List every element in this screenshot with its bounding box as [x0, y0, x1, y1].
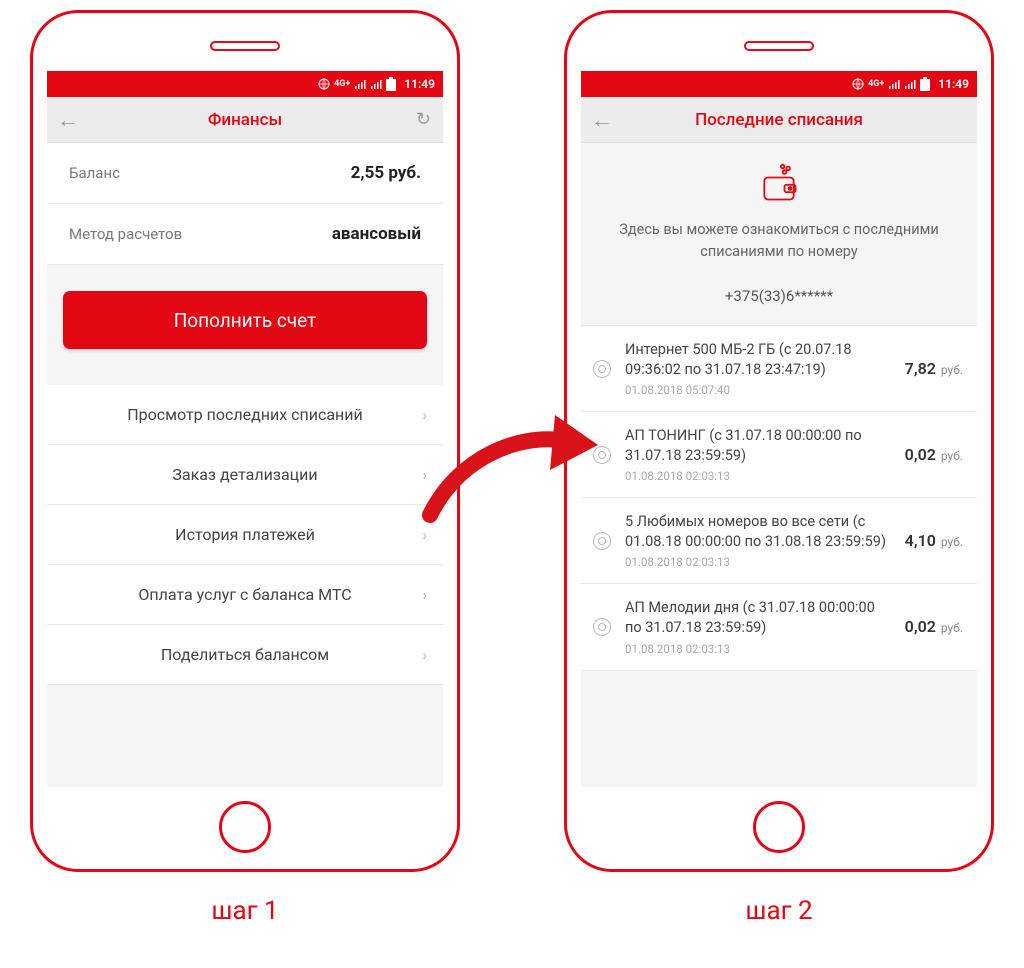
txn-amount: 0,02 руб. [905, 617, 963, 636]
home-button[interactable] [753, 801, 805, 853]
intro-block: Здесь вы можете ознакомиться с последним… [581, 143, 977, 325]
menu-item-pay-services[interactable]: Оплата услуг с баланса МТС › [47, 565, 443, 625]
phone-speaker [210, 41, 280, 51]
signal-icon-2 [370, 78, 382, 90]
txn-currency: руб. [938, 621, 963, 635]
status-bar: 4G+ 11:49 [47, 71, 443, 97]
txn-description: 5 Любимых номеров во все сети (с 01.08.1… [625, 512, 895, 551]
transaction-row[interactable]: АП Мелодии дня (с 31.07.18 00:00:00 по 3… [581, 583, 977, 670]
chevron-right-icon: › [422, 406, 427, 424]
txn-description: АП Мелодии дня (с 31.07.18 00:00:00 по 3… [625, 598, 895, 637]
txn-amount: 7,82 руб. [905, 359, 963, 378]
back-icon[interactable]: ← [591, 107, 613, 133]
page-title: Финансы [208, 110, 282, 130]
menu-item-last-charges[interactable]: Просмотр последних списаний › [47, 385, 443, 445]
txn-timestamp: 01.08.2018 02:03:13 [625, 555, 895, 569]
menu-label: История платежей [175, 525, 315, 544]
method-label: Метод расчетов [69, 225, 182, 243]
chevron-right-icon: › [422, 586, 427, 604]
topup-button[interactable]: Пополнить счет [63, 291, 427, 349]
home-button[interactable] [219, 801, 271, 853]
masked-phone: +375(33)6****** [607, 285, 951, 308]
menu-label: Оплата услуг с баланса МТС [138, 585, 351, 604]
battery-icon [386, 77, 396, 91]
phone-speaker [744, 41, 814, 51]
transaction-row[interactable]: 5 Любимых номеров во все сети (с 01.08.1… [581, 497, 977, 583]
txn-currency: руб. [938, 449, 963, 463]
back-icon[interactable]: ← [57, 107, 79, 133]
wallet-icon [757, 161, 801, 205]
txn-type-icon [593, 618, 611, 636]
chevron-right-icon: › [422, 526, 427, 544]
txn-timestamp: 01.08.2018 02:03:13 [625, 469, 895, 483]
menu-item-share-balance[interactable]: Поделиться балансом › [47, 625, 443, 685]
screen-step2: 4G+ 11:49 ← Последние списания [581, 71, 977, 787]
txn-currency: руб. [938, 535, 963, 549]
screen-step1: 4G+ 11:49 ← Финансы ↻ Баланс 2,55 руб. М… [47, 71, 443, 787]
balance-row: Баланс 2,55 руб. [47, 143, 443, 204]
txn-timestamp: 01.08.2018 05:07:40 [625, 383, 895, 397]
intro-text: Здесь вы можете ознакомиться с последним… [607, 219, 951, 263]
menu-label: Поделиться балансом [161, 645, 329, 664]
transaction-row[interactable]: АП ТОНИНГ (с 31.07.18 00:00:00 по 31.07.… [581, 411, 977, 497]
phone-frame-step2: 4G+ 11:49 ← Последние списания [564, 10, 994, 872]
titlebar: ← Последние списания [581, 97, 977, 143]
txn-type-icon [593, 532, 611, 550]
txn-type-icon [593, 446, 611, 464]
signal-icon [888, 78, 900, 90]
globe-icon [318, 78, 330, 90]
titlebar: ← Финансы ↻ [47, 97, 443, 143]
step-label-1: шаг 1 [211, 896, 278, 926]
txn-type-icon [593, 360, 611, 378]
step-label-2: шаг 2 [745, 896, 812, 926]
menu-label: Просмотр последних списаний [127, 405, 362, 424]
topup-button-label: Пополнить счет [174, 309, 317, 332]
transaction-row[interactable]: Интернет 500 МБ-2 ГБ (с 20.07.18 09:36:0… [581, 325, 977, 411]
refresh-icon[interactable]: ↻ [416, 109, 431, 130]
status-time: 11:49 [404, 77, 435, 91]
phone-frame-step1: 4G+ 11:49 ← Финансы ↻ Баланс 2,55 руб. М… [30, 10, 460, 872]
balance-label: Баланс [69, 164, 120, 182]
method-value: авансовый [332, 224, 421, 244]
txn-timestamp: 01.08.2018 02:03:13 [625, 642, 895, 656]
battery-icon [920, 77, 930, 91]
txn-description: Интернет 500 МБ-2 ГБ (с 20.07.18 09:36:0… [625, 340, 895, 379]
status-time: 11:49 [938, 77, 969, 91]
network-label: 4G+ [334, 79, 350, 89]
txn-amount: 4,10 руб. [905, 531, 963, 550]
network-label: 4G+ [868, 79, 884, 89]
menu-label: Заказ детализации [172, 465, 317, 484]
menu-item-detail-order[interactable]: Заказ детализации › [47, 445, 443, 505]
txn-amount: 0,02 руб. [905, 445, 963, 464]
signal-icon-2 [904, 78, 916, 90]
method-row: Метод расчетов авансовый [47, 204, 443, 265]
txn-description: АП ТОНИНГ (с 31.07.18 00:00:00 по 31.07.… [625, 426, 895, 465]
menu-item-payment-history[interactable]: История платежей › [47, 505, 443, 565]
balance-value: 2,55 руб. [351, 163, 421, 183]
chevron-right-icon: › [422, 466, 427, 484]
txn-currency: руб. [938, 363, 963, 377]
chevron-right-icon: › [422, 646, 427, 664]
page-title: Последние списания [695, 110, 863, 130]
status-bar: 4G+ 11:49 [581, 71, 977, 97]
globe-icon [852, 78, 864, 90]
signal-icon [354, 78, 366, 90]
